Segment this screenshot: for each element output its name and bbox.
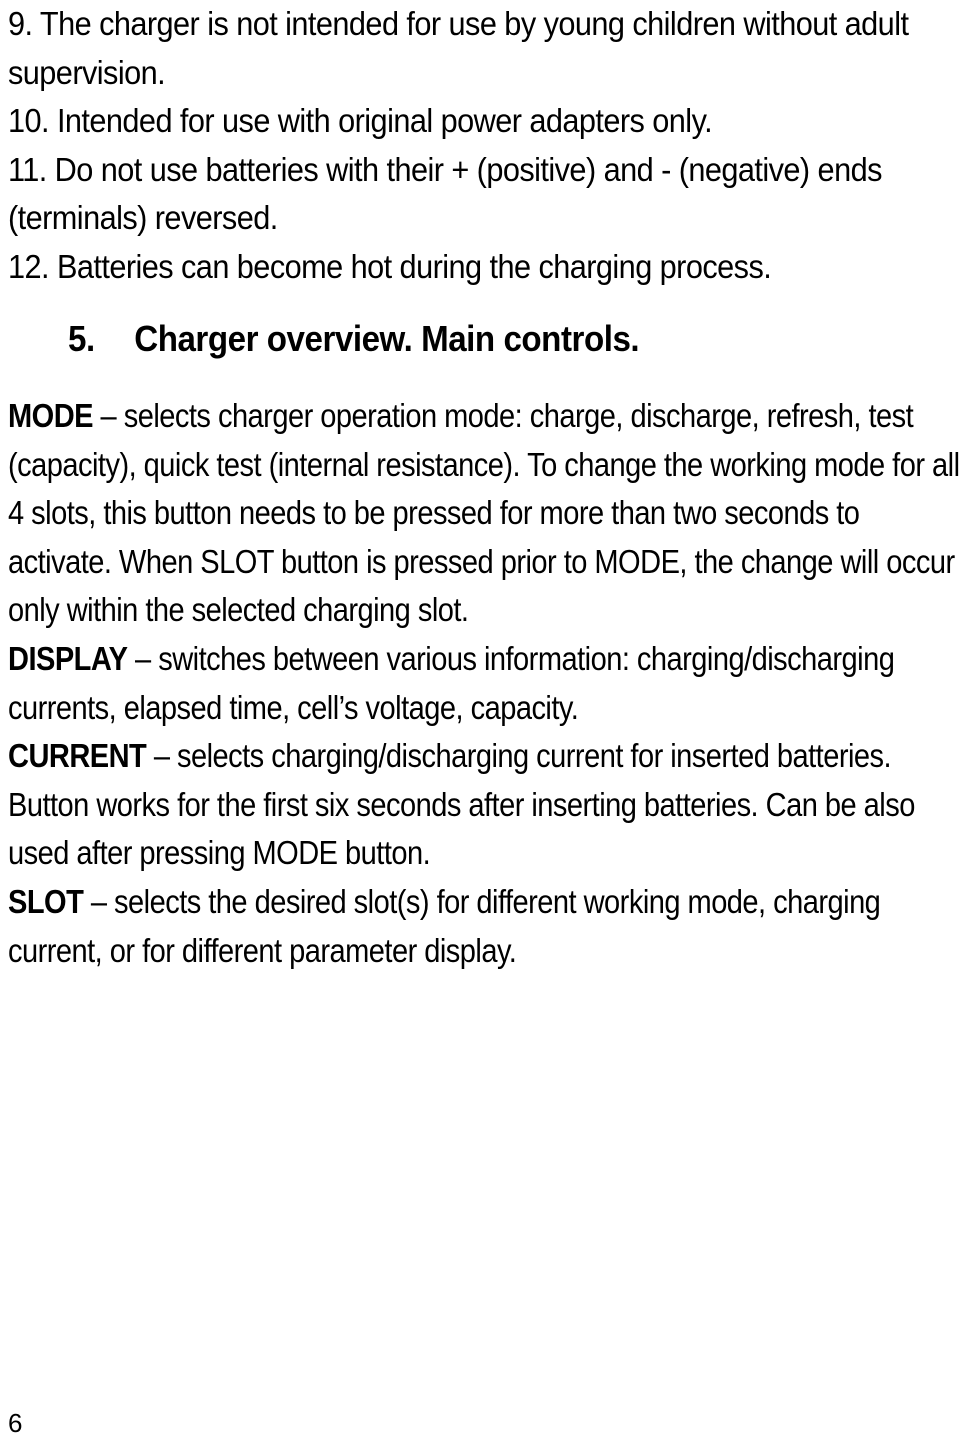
- control-term: SLOT: [8, 882, 84, 920]
- controls-description: MODE – selects charger operation mode: c…: [8, 392, 960, 975]
- safety-list: 9. The charger is not intended for use b…: [8, 0, 960, 291]
- safety-item-11: 11. Do not use batteries with their + (p…: [8, 150, 882, 237]
- control-dash: –: [93, 397, 124, 434]
- control-term: MODE: [8, 397, 94, 434]
- document-page: 9. The charger is not intended for use b…: [8, 0, 960, 291]
- section-number: 5.: [68, 318, 95, 359]
- control-display: DISPLAY – switches between various infor…: [8, 635, 960, 732]
- section-heading: 5. Charger overview. Main controls.: [68, 318, 640, 360]
- control-description: selects charger operation mode: charge, …: [8, 397, 960, 629]
- control-mode: MODE – selects charger operation mode: c…: [8, 392, 960, 635]
- safety-item-9: 9. The charger is not intended for use b…: [8, 5, 909, 91]
- control-term: CURRENT: [8, 737, 147, 775]
- control-term: DISPLAY: [8, 639, 128, 677]
- control-dash: –: [146, 737, 177, 775]
- control-description: selects the desired slot(s) for differen…: [8, 882, 881, 969]
- control-dash: –: [127, 639, 159, 677]
- page-number: 6: [8, 1408, 23, 1438]
- section-title: Charger overview. Main controls.: [134, 318, 640, 359]
- safety-item-12: 12. Batteries can become hot during the …: [8, 247, 772, 285]
- control-current: CURRENT – selects charging/discharging c…: [8, 732, 960, 878]
- safety-item-10: 10. Intended for use with original power…: [8, 102, 713, 139]
- control-slot: SLOT – selects the desired slot(s) for d…: [8, 878, 960, 975]
- control-dash: –: [83, 882, 115, 920]
